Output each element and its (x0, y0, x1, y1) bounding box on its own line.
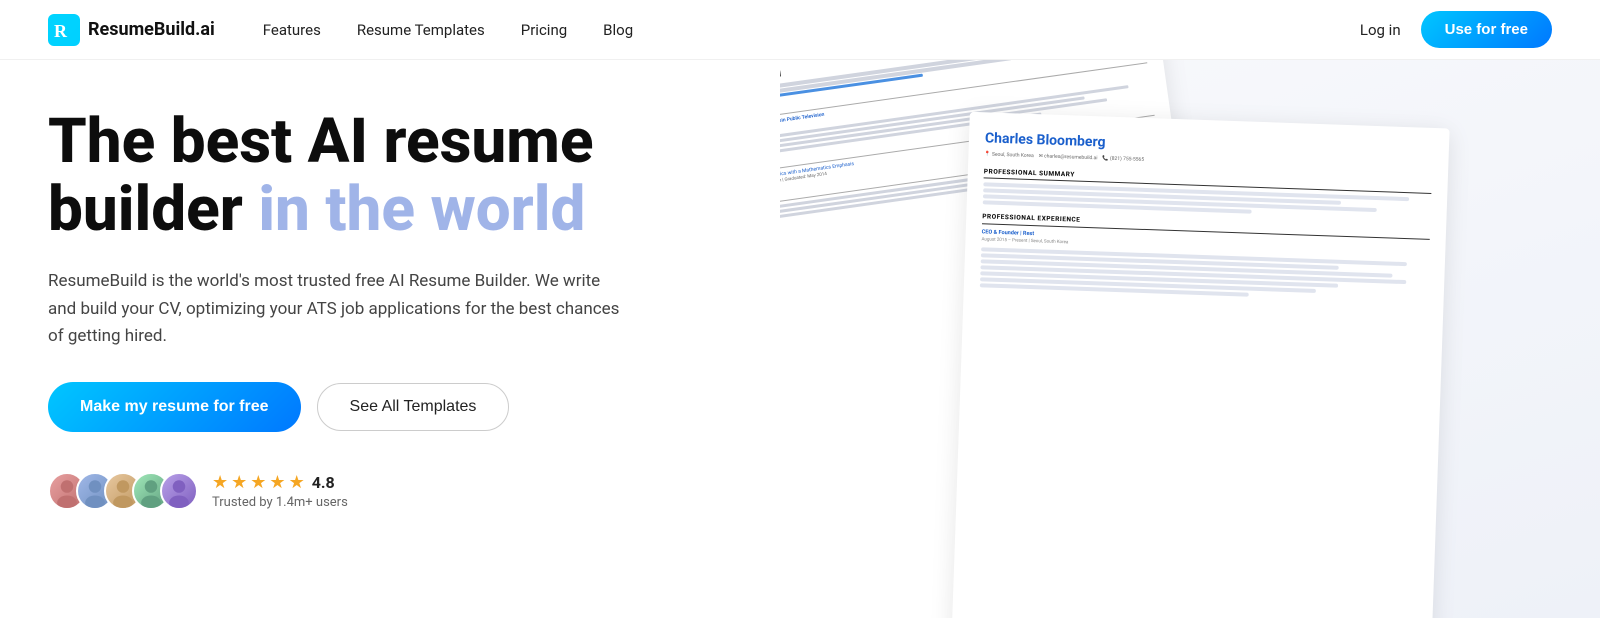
logo-text: ResumeBuild.ai (88, 19, 215, 40)
see-templates-button[interactable]: See All Templates (317, 383, 510, 431)
hero-title: The best AI resume builder in the world (48, 108, 732, 244)
use-free-button[interactable]: Use for free (1421, 11, 1552, 48)
rating-number: 4.8 (312, 473, 335, 492)
avatar-5 (160, 472, 198, 510)
nav-templates[interactable]: Resume Templates (357, 21, 485, 39)
nav-pricing[interactable]: Pricing (521, 21, 567, 39)
svg-text:R: R (54, 21, 68, 41)
nav-links: Features Resume Templates Pricing Blog (263, 21, 1360, 39)
rating-info: ★ ★ ★ ★ ★ 4.8 Trusted by 1.4m+ users (212, 472, 348, 510)
star-4: ★ (269, 472, 285, 493)
star-3: ★ (250, 472, 266, 493)
nav-features[interactable]: Features (263, 21, 321, 39)
social-proof: ★ ★ ★ ★ ★ 4.8 Trusted by 1.4m+ users (48, 472, 732, 510)
hero-right: Marketing Professional EXPERIENCE Web De… (780, 60, 1600, 618)
star-2: ★ (231, 472, 247, 493)
nav-blog[interactable]: Blog (603, 21, 633, 39)
star-1: ★ (212, 472, 228, 493)
hero-title-line2-plain: builder (48, 173, 258, 246)
hero-description: ResumeBuild is the world's most trusted … (48, 268, 628, 350)
logo-area[interactable]: R ResumeBuild.ai (48, 14, 215, 46)
hero-title-highlight: in the world (258, 173, 585, 246)
login-link[interactable]: Log in (1360, 21, 1401, 39)
hero-buttons: Make my resume for free See All Template… (48, 382, 732, 432)
star-5: ★ (289, 472, 305, 493)
star-rating: ★ ★ ★ ★ ★ 4.8 (212, 472, 348, 493)
avatar-image-5 (162, 474, 196, 508)
hero-left: The best AI resume builder in the world … (0, 60, 780, 618)
resume-card-front: Charles Bloomberg 📍 Seoul, South Korea ✉… (950, 112, 1449, 618)
user-avatars (48, 472, 198, 510)
trust-text: Trusted by 1.4m+ users (212, 495, 348, 510)
navbar: R ResumeBuild.ai Features Resume Templat… (0, 0, 1600, 60)
main-content: The best AI resume builder in the world … (0, 60, 1600, 618)
make-resume-button[interactable]: Make my resume for free (48, 382, 301, 432)
nav-right: Log in Use for free (1360, 11, 1552, 48)
logo-icon: R (48, 14, 80, 46)
hero-title-line1: The best AI resume (48, 105, 594, 178)
